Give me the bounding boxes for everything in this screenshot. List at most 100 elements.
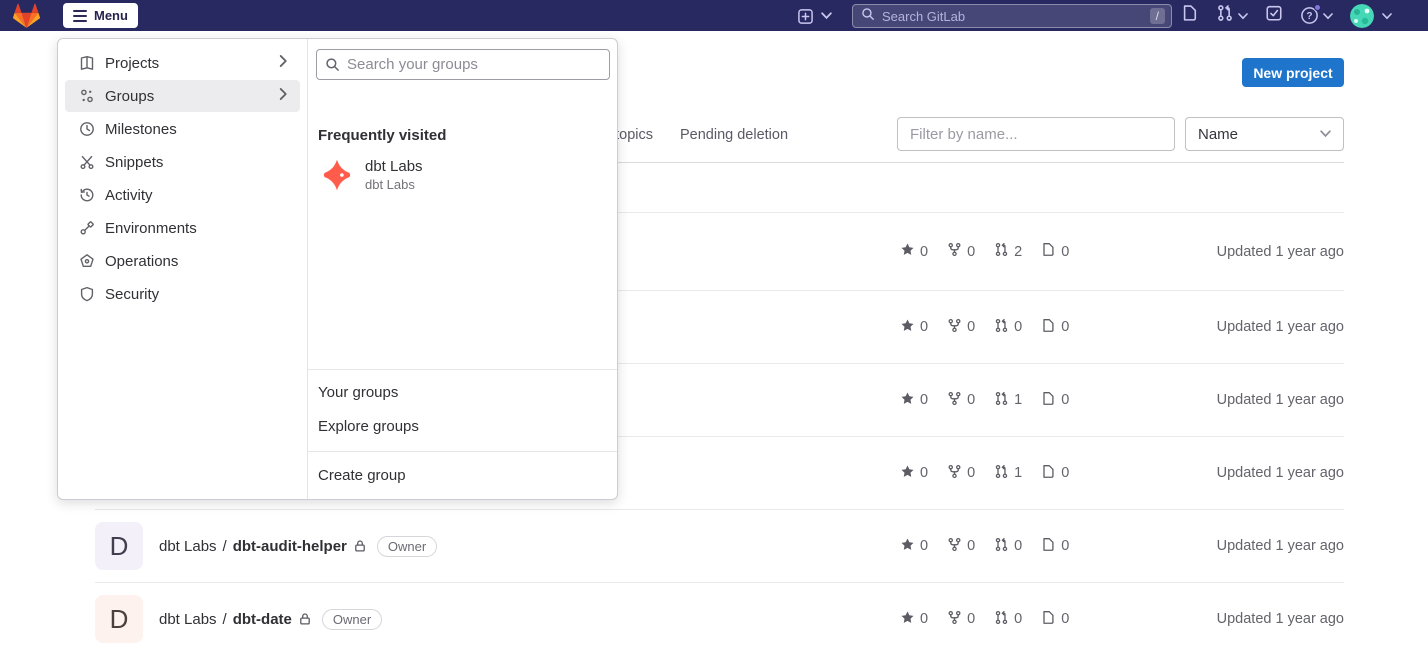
updated-timestamp: Updated 1 year ago [1217, 465, 1344, 481]
groups-search[interactable] [316, 49, 610, 80]
project-stats: 0 0 1 0 [900, 464, 1069, 483]
merge-request-count[interactable]: 1 [994, 464, 1022, 483]
fork-count[interactable]: 0 [947, 464, 975, 483]
new-project-button[interactable]: New project [1242, 58, 1344, 87]
filter-by-name-input[interactable] [897, 117, 1175, 151]
project-name[interactable]: dbt Labs / dbt-audit-helper Owner [159, 536, 437, 557]
merge-request-icon [1216, 4, 1234, 27]
star-count[interactable]: 0 [900, 391, 928, 410]
frequent-group-item[interactable]: dbt Labs dbt Labs [320, 158, 423, 192]
project-name[interactable]: dbt Labs / dbt-date Owner [159, 609, 382, 630]
fork-icon [947, 610, 962, 629]
project-stats: 0 0 1 0 [900, 391, 1069, 410]
issue-count[interactable]: 0 [1041, 537, 1069, 556]
chevron-right-icon [279, 87, 288, 106]
issues-icon [1041, 464, 1056, 483]
owner-badge: Owner [377, 536, 437, 557]
project-avatar: D [95, 595, 143, 643]
star-count[interactable]: 0 [900, 464, 928, 483]
activity-icon [79, 187, 95, 203]
search-shortcut-key: / [1150, 8, 1165, 24]
merge-request-count[interactable]: 1 [994, 391, 1022, 410]
menu-button[interactable]: Menu [63, 3, 138, 28]
merge-request-count[interactable]: 0 [994, 610, 1022, 629]
chevron-down-icon [821, 7, 832, 25]
issue-count[interactable]: 0 [1041, 464, 1069, 483]
sidebar-item-environments[interactable]: Environments [65, 212, 300, 244]
tab-pending-deletion[interactable]: Pending deletion [680, 127, 788, 143]
chevron-down-icon [1320, 130, 1331, 138]
merge-request-count[interactable]: 0 [994, 537, 1022, 556]
security-icon [79, 286, 95, 302]
sidebar-item-groups[interactable]: Groups [65, 80, 300, 112]
issue-count[interactable]: 0 [1041, 610, 1069, 629]
help-icon: ? [1300, 6, 1319, 25]
merge-request-count[interactable]: 2 [994, 242, 1022, 261]
notification-dot [1314, 4, 1321, 11]
merge-requests-dropdown[interactable] [1216, 4, 1248, 27]
operations-icon [79, 253, 95, 269]
explore-groups-link[interactable]: Explore groups [318, 409, 608, 443]
issue-count[interactable]: 0 [1041, 318, 1069, 337]
issue-count[interactable]: 0 [1041, 242, 1069, 261]
issue-count[interactable]: 0 [1041, 391, 1069, 410]
merge-request-icon [994, 391, 1009, 410]
star-count[interactable]: 0 [900, 610, 928, 629]
create-group-link[interactable]: Create group [318, 458, 608, 492]
sidebar-item-security[interactable]: Security [65, 278, 300, 310]
star-count[interactable]: 0 [900, 242, 928, 261]
fork-count[interactable]: 0 [947, 242, 975, 261]
new-menu-dropdown[interactable] [797, 7, 832, 25]
star-count[interactable]: 0 [900, 537, 928, 556]
milestones-icon [79, 121, 95, 137]
project-stats: 0 0 0 0 [900, 610, 1069, 629]
chevron-down-icon [1382, 7, 1392, 25]
sidebar-item-operations[interactable]: Operations [65, 245, 300, 277]
top-navigation-bar: Menu / ? [0, 0, 1428, 31]
sidebar-item-projects[interactable]: Projects [65, 47, 300, 79]
merge-request-count[interactable]: 0 [994, 318, 1022, 337]
chevron-down-icon [1323, 7, 1333, 25]
fork-count[interactable]: 0 [947, 610, 975, 629]
divider [308, 369, 617, 370]
fork-count[interactable]: 0 [947, 391, 975, 410]
chevron-right-icon [279, 54, 288, 73]
star-icon [900, 537, 915, 556]
issues-icon[interactable] [1181, 4, 1199, 27]
search-icon [325, 57, 340, 72]
gitlab-logo-icon[interactable] [13, 3, 40, 29]
sort-select[interactable]: Name [1185, 117, 1344, 151]
global-search[interactable]: / [852, 4, 1172, 28]
issues-icon [1041, 242, 1056, 261]
issues-icon [1041, 318, 1056, 337]
project-avatar: D [95, 522, 143, 570]
updated-timestamp: Updated 1 year ago [1217, 244, 1344, 260]
issues-icon [1041, 391, 1056, 410]
lock-icon [353, 539, 367, 553]
star-icon [900, 610, 915, 629]
sidebar-item-snippets[interactable]: Snippets [65, 146, 300, 178]
your-groups-link[interactable]: Your groups [318, 375, 608, 409]
global-search-input[interactable] [882, 9, 1150, 24]
fork-icon [947, 464, 962, 483]
fork-count[interactable]: 0 [947, 318, 975, 337]
project-icon [79, 55, 95, 71]
star-count[interactable]: 0 [900, 318, 928, 337]
help-dropdown[interactable]: ? [1300, 6, 1333, 25]
sidebar-item-milestones[interactable]: Milestones [65, 113, 300, 145]
todos-icon[interactable] [1265, 4, 1283, 27]
lock-icon [298, 612, 312, 626]
plus-square-icon [797, 8, 814, 25]
groups-search-input[interactable] [347, 56, 601, 73]
sidebar-item-activity[interactable]: Activity [65, 179, 300, 211]
user-menu[interactable] [1350, 4, 1392, 28]
fork-icon [947, 242, 962, 261]
hamburger-icon [73, 10, 87, 22]
table-row[interactable]: D dbt Labs / dbt-date Owner 0 0 0 0 Upda… [95, 582, 1344, 655]
merge-request-icon [994, 318, 1009, 337]
updated-timestamp: Updated 1 year ago [1217, 538, 1344, 554]
fork-count[interactable]: 0 [947, 537, 975, 556]
table-row[interactable]: D dbt Labs / dbt-audit-helper Owner 0 0 … [95, 509, 1344, 582]
frequent-group-subtitle: dbt Labs [365, 177, 423, 192]
dbt-labs-logo-icon [320, 158, 354, 192]
